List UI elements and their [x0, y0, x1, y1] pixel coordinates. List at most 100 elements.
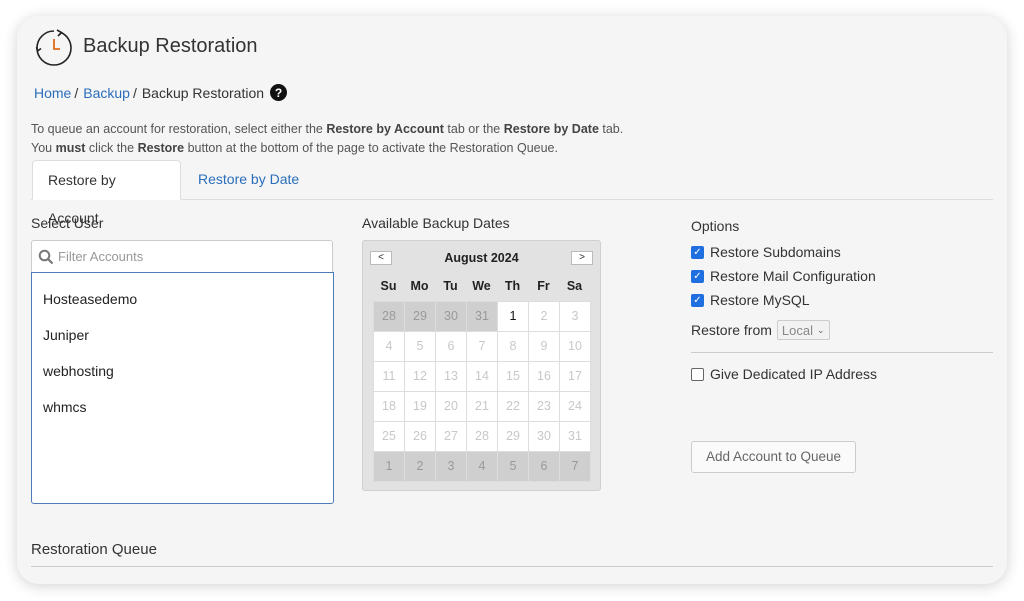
calendar-grid: 28 29 30 31 1 2 3 4 5 6 7 8 9 10 11 12 13 14 15 16 17 18 19 20 2… [373, 301, 591, 482]
weekday-label: Sa [566, 279, 583, 293]
calendar-day: 21 [467, 392, 498, 422]
calendar-day: 30 [436, 302, 467, 332]
weekday-label: Su [380, 279, 397, 293]
restore-mail-label: Restore Mail Configuration [710, 268, 876, 284]
calendar-day: 13 [436, 362, 467, 392]
restore-from-select[interactable]: Local ⌄ [776, 320, 830, 340]
calendar-day: 5 [498, 452, 529, 482]
calendar-day: 6 [436, 332, 467, 362]
calendar-day: 4 [374, 332, 405, 362]
calendar-next-button[interactable]: > [571, 251, 593, 265]
weekday-label: Tu [443, 279, 458, 293]
calendar-month-title: August 2024 [444, 251, 519, 265]
calendar-day: 9 [529, 332, 560, 362]
intro-text-part: To queue an account for restoration, sel… [31, 122, 327, 136]
intro-emphasis: must [55, 141, 86, 155]
tab-restore-by-account[interactable]: Restore by Account [32, 160, 181, 226]
list-item[interactable]: whmcs [32, 389, 333, 425]
filter-accounts-box [31, 240, 333, 273]
weekday-label: Th [504, 279, 521, 293]
calendar-day: 20 [436, 392, 467, 422]
calendar-header: < August 2024 > [363, 241, 600, 274]
list-item[interactable]: Hosteasedemo [32, 281, 333, 317]
calendar-day: 16 [529, 362, 560, 392]
backup-date-calendar: < August 2024 > Su Mo Tu We Th Fr Sa 28 2… [362, 240, 601, 491]
weekday-label: Mo [410, 279, 429, 293]
checkbox-checked-icon[interactable]: ✓ [691, 245, 704, 259]
intro-emphasis: Restore [137, 141, 185, 155]
calendar-day: 31 [560, 422, 591, 452]
calendar-day: 4 [467, 452, 498, 482]
calendar-day: 7 [467, 332, 498, 362]
intro-line-1: To queue an account for restoration, sel… [31, 120, 623, 139]
help-icon[interactable]: ? [270, 84, 288, 101]
intro-emphasis: Restore by Date [503, 122, 599, 136]
calendar-day: 19 [405, 392, 436, 422]
calendar-day: 28 [374, 302, 405, 332]
intro-text: To queue an account for restoration, sel… [31, 120, 623, 158]
intro-text-part: button at the bottom of the page to acti… [184, 141, 558, 155]
checkbox-unchecked-icon[interactable] [691, 367, 704, 381]
calendar-day: 31 [467, 302, 498, 332]
list-item[interactable]: webhosting [32, 353, 333, 389]
calendar-day: 29 [498, 422, 529, 452]
intro-line-2: You must click the Restore button at the… [31, 139, 623, 158]
page-title: Backup Restoration [83, 35, 258, 57]
restore-mysql-option[interactable]: ✓ Restore MySQL [691, 292, 810, 308]
tab-restore-by-date[interactable]: Restore by Date [183, 160, 314, 200]
calendar-day: 18 [374, 392, 405, 422]
restore-mysql-label: Restore MySQL [710, 292, 810, 308]
dedicated-ip-option[interactable]: Give Dedicated IP Address [691, 366, 877, 382]
breadcrumb-backup-link[interactable]: Backup [83, 85, 130, 101]
checkbox-checked-icon[interactable]: ✓ [691, 269, 704, 283]
weekday-label: Fr [537, 279, 550, 293]
filter-accounts-input[interactable] [58, 249, 318, 264]
dedicated-ip-label: Give Dedicated IP Address [710, 366, 878, 382]
restore-from-row: Restore from Local ⌄ [691, 320, 830, 340]
intro-text-part: tab. [598, 122, 624, 136]
restore-subdomains-label: Restore Subdomains [710, 244, 841, 260]
calendar-day-available[interactable]: 1 [498, 302, 529, 332]
calendar-day: 24 [560, 392, 591, 422]
calendar-day: 28 [467, 422, 498, 452]
breadcrumb: Home / Backup / Backup Restoration ? [34, 84, 288, 101]
calendar-weekdays: Su Mo Tu We Th Fr Sa [373, 279, 590, 293]
calendar-day: 8 [498, 332, 529, 362]
account-list: Hosteasedemo Juniper webhosting whmcs [31, 272, 334, 504]
calendar-day: 1 [374, 452, 405, 482]
restore-from-label: Restore from [691, 322, 772, 338]
queue-divider [31, 566, 993, 567]
breadcrumb-separator: / [132, 84, 137, 101]
select-user-label: Select User [31, 215, 104, 231]
calendar-day: 5 [405, 332, 436, 362]
chevron-down-icon: ⌄ [817, 324, 825, 335]
options-divider [691, 352, 993, 353]
calendar-day: 22 [498, 392, 529, 422]
list-item[interactable]: Juniper [32, 317, 333, 353]
calendar-day: 3 [436, 452, 467, 482]
calendar-day: 12 [405, 362, 436, 392]
intro-text-part: You [31, 141, 56, 155]
breadcrumb-home-link[interactable]: Home [34, 85, 71, 101]
restore-subdomains-option[interactable]: ✓ Restore Subdomains [691, 244, 841, 260]
breadcrumb-current: Backup Restoration [141, 84, 265, 101]
restore-from-value: Local [781, 322, 813, 338]
restoration-queue-title: Restoration Queue [31, 541, 157, 558]
intro-text-part: tab or the [443, 122, 504, 136]
calendar-day: 7 [560, 452, 591, 482]
add-account-to-queue-button[interactable]: Add Account to Queue [691, 441, 856, 473]
weekday-label: We [472, 279, 491, 293]
calendar-day: 25 [374, 422, 405, 452]
calendar-day: 2 [405, 452, 436, 482]
backup-clock-icon [35, 29, 72, 66]
restore-tabs: Restore by Account Restore by Date [31, 160, 993, 226]
calendar-day: 10 [560, 332, 591, 362]
search-icon [38, 249, 54, 264]
breadcrumb-separator: / [74, 84, 79, 101]
calendar-day: 17 [560, 362, 591, 392]
available-dates-label: Available Backup Dates [362, 215, 510, 231]
calendar-day: 15 [498, 362, 529, 392]
restore-mail-option[interactable]: ✓ Restore Mail Configuration [691, 268, 876, 284]
calendar-day: 11 [374, 362, 405, 392]
checkbox-checked-icon[interactable]: ✓ [691, 293, 704, 307]
